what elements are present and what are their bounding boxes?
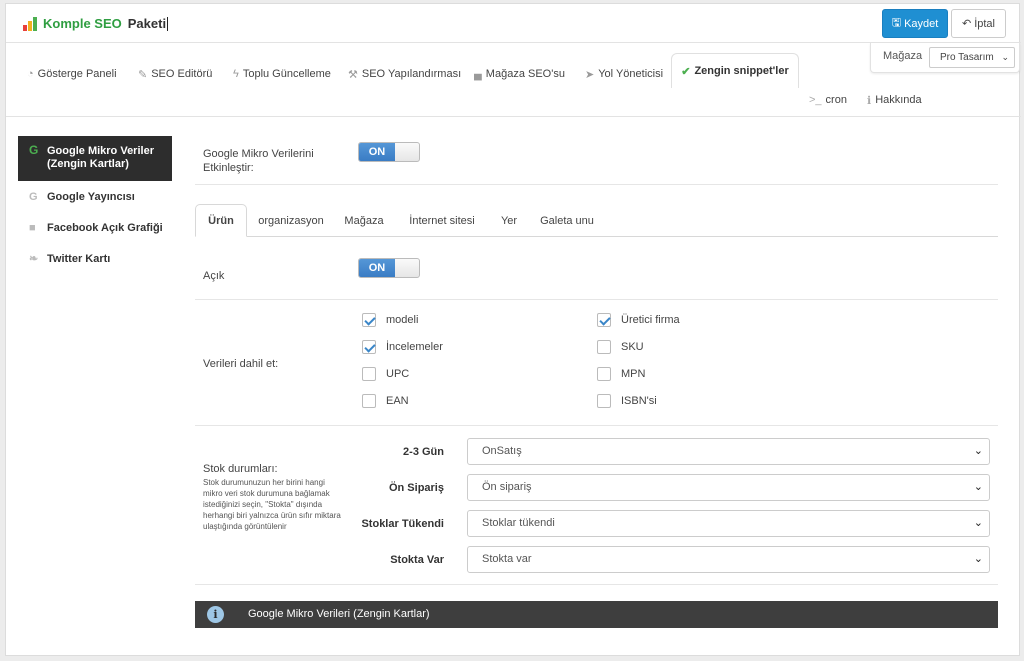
checkbox-label: modeli <box>386 314 419 326</box>
section-divider <box>195 584 998 585</box>
nav-tab-path-manager[interactable]: ➤ Yol Yöneticisi <box>585 62 663 86</box>
checkbox-ean[interactable] <box>362 394 376 408</box>
tab-organization[interactable]: organizasyon <box>254 204 328 237</box>
sidebar-item-facebook-og[interactable]: ■ Facebook Açık Grafiği <box>18 218 172 238</box>
header-divider <box>6 42 1021 43</box>
tab-product[interactable]: Ürün <box>195 204 247 237</box>
section-divider <box>195 299 998 300</box>
enable-microdata-label: Google Mikro Verilerini Etkinleştir: <box>203 148 314 174</box>
app-window: Komple SEO Paketi 🖫 Kaydet ↶ İptal Mağaz… <box>5 3 1021 656</box>
nav-tab-about[interactable]: ℹ Hakkında <box>867 92 922 108</box>
toggle-knob <box>395 259 419 277</box>
checkbox-model[interactable] <box>362 313 376 327</box>
checkbox-label: ISBN'si <box>621 395 657 407</box>
checkbox-manufacturer[interactable] <box>597 313 611 327</box>
checkbox-label: EAN <box>386 395 409 407</box>
include-data-label: Verileri dahil et: <box>203 358 279 370</box>
dashboard-icon: ◔ <box>27 68 34 80</box>
store-label: Mağaza <box>883 50 923 62</box>
stock-select-in-stock[interactable]: Stokta var ⌄ <box>467 546 990 573</box>
stock-select-out-of-stock[interactable]: Stoklar tükendi ⌄ <box>467 510 990 537</box>
save-button[interactable]: 🖫 Kaydet <box>882 9 948 38</box>
stock-row-label: Stoklar Tükendi <box>361 518 444 530</box>
enable-microdata-toggle[interactable]: ON <box>358 142 420 162</box>
checkbox-upc[interactable] <box>362 367 376 381</box>
stock-select-preorder[interactable]: Ön sipariş ⌄ <box>467 474 990 501</box>
tab-website[interactable]: İnternet sitesi <box>404 204 480 237</box>
save-icon: 🖫 <box>891 17 902 29</box>
location-arrow-icon: ➤ <box>585 68 595 81</box>
checkbox-label: Üretici firma <box>621 314 680 326</box>
facebook-icon: ■ <box>29 222 36 234</box>
chart-icon: ▄ <box>474 68 482 80</box>
text-caret <box>167 16 169 31</box>
toggle-knob <box>395 143 419 161</box>
nav-tab-store-seo[interactable]: ▄ Mağaza SEO'su <box>474 62 565 86</box>
google-icon: G <box>29 191 38 203</box>
stock-status-label: Stok durumları: <box>203 463 278 475</box>
twitter-icon: ❧ <box>29 253 39 265</box>
checkbox-sku[interactable] <box>597 340 611 354</box>
edit-icon: ✎ <box>138 68 148 81</box>
stock-select-2-3-days[interactable]: OnSatış ⌄ <box>467 438 990 465</box>
google-icon: G <box>29 143 39 157</box>
stock-row-label: 2-3 Gün <box>403 446 444 458</box>
app-title: Komple SEO Paketi <box>23 16 169 31</box>
nav-tab-rich-snippets[interactable]: ✔ Zengin snippet'ler <box>671 53 799 88</box>
undo-icon: ↶ <box>961 18 972 30</box>
chevron-down-icon: ⌄ <box>973 553 983 565</box>
checkbox-isbn[interactable] <box>597 394 611 408</box>
checkbox-mpn[interactable] <box>597 367 611 381</box>
chevron-down-icon: ⌄ <box>973 481 983 493</box>
info-circle-icon: i <box>207 606 224 623</box>
tab-place[interactable]: Yer <box>494 204 524 237</box>
open-toggle[interactable]: ON <box>358 258 420 278</box>
chevron-down-icon: ⌄ <box>973 445 983 457</box>
section-divider <box>195 425 998 426</box>
tab-breadcrumb[interactable]: Galeta unu <box>536 204 598 237</box>
nav-tab-bulk-update[interactable]: ϟ Toplu Güncelleme <box>233 62 331 86</box>
checkbox-label: SKU <box>621 341 644 353</box>
section-divider <box>195 184 998 185</box>
app-title-suffix: Paketi <box>127 16 167 31</box>
tab-store[interactable]: Mağaza <box>340 204 388 237</box>
store-switcher: Mağaza Pro Tasarım ⌄ <box>870 43 1020 73</box>
stock-row-label: Ön Sipariş <box>388 482 444 494</box>
cancel-button[interactable]: ↶ İptal <box>951 9 1006 38</box>
open-label: Açık <box>203 270 225 282</box>
bolt-icon: ϟ <box>233 68 239 80</box>
app-logo-icon <box>23 16 37 31</box>
chevron-down-icon: ⌄ <box>973 517 983 529</box>
nav-divider <box>6 116 1021 117</box>
checkbox-reviews[interactable] <box>362 340 376 354</box>
info-bar-text: Google Mikro Verileri (Zengin Kartlar) <box>248 608 430 620</box>
checkbox-label: İncelemeler <box>386 341 443 353</box>
terminal-icon: >_ <box>809 94 822 106</box>
stock-row-label: Stokta Var <box>390 554 444 566</box>
checkbox-label: MPN <box>621 368 646 380</box>
store-select[interactable]: Pro Tasarım ⌄ <box>929 47 1015 68</box>
info-icon: ℹ <box>867 94 872 107</box>
tabs-underline <box>195 236 998 237</box>
sidebar-item-twitter-card[interactable]: ❧ Twitter Kartı <box>18 249 172 269</box>
thumbs-up-icon: ✔ <box>681 65 691 78</box>
sidebar-item-google-publisher[interactable]: G Google Yayıncısı <box>18 187 172 207</box>
nav-tab-seo-editor[interactable]: ✎ SEO Editörü <box>138 62 212 86</box>
checkbox-label: UPC <box>386 368 410 380</box>
nav-tab-cron[interactable]: >_ cron <box>809 92 847 108</box>
chevron-down-icon: ⌄ <box>1001 52 1009 62</box>
wrench-icon: ⚒ <box>348 68 358 81</box>
stock-status-help: Stok durumunuzun her birini hangi mikro … <box>203 478 341 531</box>
nav-tab-dashboard[interactable]: ◔ Gösterge Paneli <box>27 62 117 86</box>
info-bar: i Google Mikro Verileri (Zengin Kartlar) <box>195 601 998 628</box>
app-title-brand: Komple SEO <box>43 16 122 31</box>
nav-tab-seo-config[interactable]: ⚒ SEO Yapılandırması <box>348 62 461 86</box>
sidebar-item-google-microdata[interactable]: G Google Mikro Veriler (Zengin Kartlar) <box>18 136 172 181</box>
